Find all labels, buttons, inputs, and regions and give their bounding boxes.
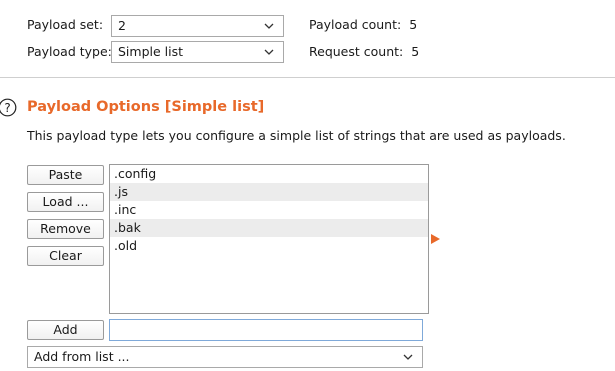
question-circle-icon[interactable]: ? — [0, 98, 17, 117]
chevron-down-icon — [264, 49, 274, 55]
payload-set-value: 2 — [118, 18, 126, 33]
add-item-input[interactable] — [109, 319, 423, 341]
list-item[interactable]: .js — [110, 183, 428, 201]
load-button[interactable]: Load ... — [27, 192, 104, 212]
chevron-down-icon — [403, 354, 413, 360]
payload-count-value: 5 — [409, 17, 418, 32]
chevron-down-icon — [264, 23, 274, 29]
payload-type-value: Simple list — [118, 44, 184, 59]
request-count-label-text: Request count: — [309, 44, 404, 59]
list-item[interactable]: .old — [110, 237, 428, 255]
list-item[interactable]: .inc — [110, 201, 428, 219]
list-item[interactable]: .config — [110, 165, 428, 183]
payload-count-label: Payload count: 5 — [309, 17, 417, 32]
payload-set-label: Payload set: — [27, 17, 104, 32]
red-triangle-right-icon[interactable] — [431, 234, 440, 244]
request-count-value: 5 — [411, 44, 420, 59]
section-title: Payload Options [Simple list] — [27, 99, 265, 115]
svg-text:?: ? — [4, 101, 10, 115]
list-item[interactable]: .bak — [110, 219, 428, 237]
paste-button[interactable]: Paste — [27, 165, 104, 185]
payload-count-label-text: Payload count: — [309, 17, 402, 32]
payload-type-label: Payload type: — [27, 44, 112, 59]
section-description: This payload type lets you configure a s… — [27, 128, 566, 143]
add-button[interactable]: Add — [27, 320, 104, 340]
section-divider — [0, 77, 615, 78]
payload-set-select[interactable]: 2 — [111, 15, 284, 37]
add-from-list-select[interactable]: Add from list ... — [27, 346, 423, 368]
add-from-list-value: Add from list ... — [34, 349, 130, 364]
remove-button[interactable]: Remove — [27, 219, 104, 239]
payload-type-select[interactable]: Simple list — [111, 41, 284, 63]
payload-list[interactable]: .config .js .inc .bak .old — [109, 164, 429, 314]
request-count-label: Request count: 5 — [309, 44, 419, 59]
clear-button[interactable]: Clear — [27, 246, 104, 266]
